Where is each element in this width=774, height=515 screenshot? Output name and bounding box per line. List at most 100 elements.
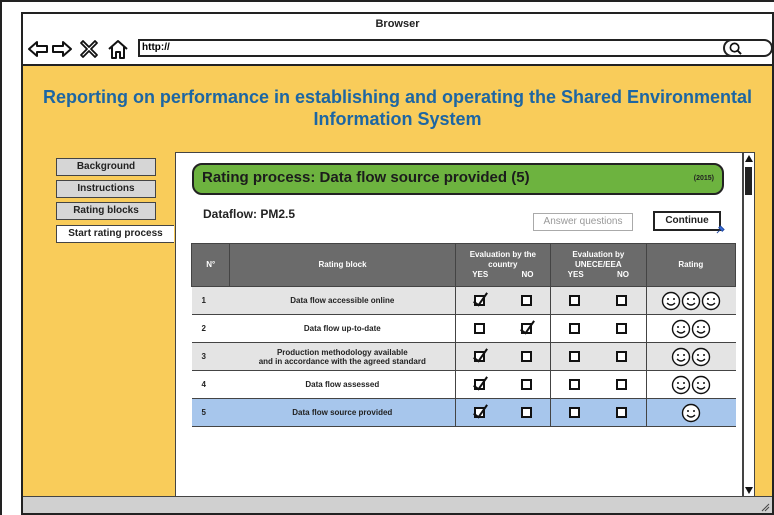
top-border [0,0,774,2]
header-yes: YES [567,270,584,279]
yes-checkbox[interactable] [473,323,485,334]
header-number: N° [190,243,231,287]
page-title-line-1: Reporting on performance in establishing… [42,87,753,107]
row-rating-block: Production methodology available and in a… [229,342,456,371]
header-rating-block: Rating block [229,243,456,287]
row-eval-country [454,286,551,315]
smiley-icon [671,375,691,394]
rating-title: Rating process: Data flow source provide… [202,169,530,186]
table-row[interactable]: 5 Data flow source provided [191,398,736,427]
search-field[interactable] [723,39,773,57]
smiley-icon [661,291,681,310]
left-border [0,0,2,515]
no-checkbox[interactable] [520,379,532,390]
header-no: NO [616,270,629,279]
no-checkbox[interactable] [616,407,628,418]
resize-grip-icon[interactable] [760,502,770,512]
row-eval-country [454,314,551,343]
nav-background[interactable]: Background [56,158,156,176]
scroll-up-arrow-icon[interactable] [745,155,753,162]
close-icon[interactable] [78,38,100,60]
smiley-icon [691,319,711,338]
nav-rating-blocks[interactable]: Rating blocks [56,202,156,220]
yes-checkbox[interactable] [473,379,485,390]
row-eval-unece [550,286,647,315]
answer-questions-button[interactable]: Answer questions [533,213,633,231]
smiley-icon [671,319,691,338]
row-rating [645,314,736,343]
yes-checkbox[interactable] [569,295,581,306]
no-checkbox[interactable] [520,407,532,418]
yes-checkbox[interactable] [569,379,581,390]
header-eval-unece-label: Evaluation by UNECE/EEA [572,250,625,269]
header-yes: YES [472,270,489,279]
continue-button[interactable]: Continue [653,211,721,231]
scroll-down-arrow-icon[interactable] [745,487,753,494]
row-number: 1 [191,286,230,315]
page-title-line-2: Information System [313,109,482,129]
row-eval-unece [550,342,647,371]
no-checkbox[interactable] [616,379,628,390]
scrollbar-thumb[interactable] [745,167,752,195]
nav-start-rating-process[interactable]: Start rating process [56,225,174,243]
row-rating-block: Data flow up-to-date [229,314,456,343]
smiley-icon [671,347,691,366]
window-title: Browser [23,14,772,35]
home-icon[interactable] [107,38,129,60]
yes-checkbox[interactable] [473,295,485,306]
yes-checkbox[interactable] [569,407,581,418]
header-no: NO [521,270,534,279]
forward-arrow-icon[interactable] [51,38,73,60]
row-rating-block: Data flow assessed [229,370,456,399]
yes-checkbox[interactable] [473,351,485,362]
row-rating [645,370,736,399]
smiley-icon [681,403,701,422]
row-rating [645,398,736,427]
row-number: 4 [191,370,230,399]
table-row[interactable]: 4 Data flow assessed [191,370,736,399]
no-checkbox[interactable] [616,295,628,306]
rating-table: N° Rating block Evaluation by the countr… [190,243,737,427]
smiley-icon [681,291,701,310]
row-number: 2 [191,314,230,343]
no-checkbox[interactable] [616,351,628,362]
search-icon [729,42,742,55]
vertical-scrollbar[interactable] [743,152,755,497]
yes-checkbox[interactable] [569,323,581,334]
pin-icon [716,225,725,234]
rating-panel: Rating process: Data flow source provide… [175,152,743,497]
yes-checkbox[interactable] [473,407,485,418]
header-eval-country-label: Evaluation by the country [469,250,536,269]
table-header-row: N° Rating block Evaluation by the countr… [190,243,737,287]
row-rating-block-line: Production methodology available [276,347,408,357]
header-eval-unece: Evaluation by UNECE/EEA YES NO [550,243,647,287]
row-number: 5 [191,398,230,427]
browser-toolbar: http:// [23,34,773,66]
row-rating-block: Data flow accessible online [229,286,456,315]
nav-instructions[interactable]: Instructions [56,180,156,198]
rating-year: (2015) [693,175,714,182]
no-checkbox[interactable] [520,323,532,334]
table-row[interactable]: 3 Production methodology available and in … [191,342,736,371]
row-rating [645,342,736,371]
back-arrow-icon[interactable] [27,38,49,60]
row-eval-country [454,398,551,427]
row-eval-unece [550,398,647,427]
smiley-icon [691,347,711,366]
yes-checkbox[interactable] [569,351,581,362]
status-bar [23,496,772,513]
dataflow-label: Dataflow: PM2.5 [203,207,296,221]
smiley-icon [701,291,721,310]
no-checkbox[interactable] [616,323,628,334]
table-row[interactable]: 2 Data flow up-to-date [191,314,736,343]
no-checkbox[interactable] [520,351,532,362]
row-eval-unece [550,314,647,343]
row-eval-unece [550,370,647,399]
page-title: Reporting on performance in establishing… [23,86,772,130]
url-bar[interactable]: http:// [138,39,738,57]
header-eval-country: Evaluation by the country YES NO [454,243,552,287]
row-rating-block-line: and in accordance with the agreed standa… [258,356,426,366]
header-rating: Rating [645,243,737,287]
no-checkbox[interactable] [520,295,532,306]
table-row[interactable]: 1 Data flow accessible online [191,286,736,315]
